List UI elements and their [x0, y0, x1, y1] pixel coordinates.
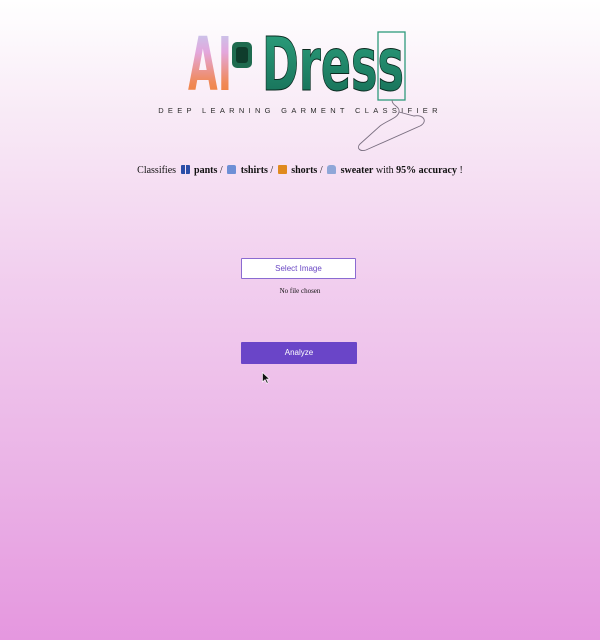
analyze-button[interactable]: Analyze [241, 342, 357, 364]
mouse-cursor-icon [262, 372, 270, 384]
logo-ai-text: AI [188, 22, 232, 108]
classifier-tagline: Classifies pants / tshirts / shorts / sw… [0, 165, 600, 176]
tagline-item-sweater: sweater [340, 165, 374, 176]
pants-icon [180, 165, 190, 174]
app-logo: AI Dress DEEP LEARNING GARMENT CLASSIFIE… [0, 0, 600, 160]
select-image-button[interactable]: Select Image [241, 258, 356, 279]
logo-dress-text: Dress [262, 22, 404, 108]
shorts-icon [277, 165, 287, 174]
tagline-prefix: Classifies [137, 165, 177, 176]
tagline-separator: / [219, 165, 223, 176]
tagline-item-shorts: shorts [291, 165, 318, 176]
tagline-item-tshirts: tshirts [240, 165, 268, 176]
tagline-item-pants: pants [194, 165, 218, 176]
tagline-separator: / [270, 165, 274, 176]
tagline-accuracy: 95% accuracy [396, 165, 457, 176]
tshirt-icon [227, 165, 237, 174]
tagline-suffix: ! [459, 165, 463, 176]
file-status-text: No file chosen [279, 287, 321, 295]
tagline-with: with [375, 165, 394, 176]
logo-graphic: AI Dress DEEP LEARNING GARMENT CLASSIFIE… [158, 22, 438, 151]
tagline-separator: / [319, 165, 323, 176]
sweater-icon [327, 165, 337, 174]
